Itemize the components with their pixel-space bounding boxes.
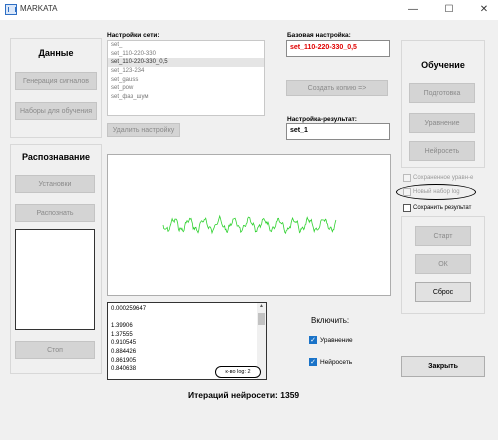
save-result-checkbox[interactable] xyxy=(403,204,411,212)
minimize-button[interactable]: — xyxy=(399,0,427,20)
stop-button[interactable]: Стоп xyxy=(15,341,95,359)
data-panel-title: Данные xyxy=(38,48,74,58)
window-title: MARKATA xyxy=(20,4,58,13)
signal-plot xyxy=(107,154,391,296)
log-line: 0.884426 xyxy=(111,348,137,355)
training-sets-button[interactable]: Наборы для обучения xyxy=(15,102,97,120)
list-item[interactable]: set_110-220-330 xyxy=(108,50,264,59)
close-window-button[interactable]: ✕ xyxy=(470,0,498,20)
create-copy-button[interactable]: Создать копию => xyxy=(286,80,388,96)
scroll-up-icon[interactable]: ▲ xyxy=(258,303,265,311)
log-line: 0.861905 xyxy=(111,357,137,364)
log-line: 0.910545 xyxy=(111,340,137,347)
list-item-selected[interactable]: set_110-220-330_0,5 xyxy=(108,58,264,68)
recognition-panel-title: Распознавание xyxy=(21,152,91,162)
list-item[interactable]: set_gauss xyxy=(108,76,264,85)
result-setting-label: Настройка-результат: xyxy=(287,116,357,123)
new-log-set-label: Новый набор log xyxy=(413,189,460,195)
neural-network-button[interactable]: Нейросеть xyxy=(409,141,475,161)
training-panel-title: Обучение xyxy=(421,60,465,70)
app-icon xyxy=(5,4,17,15)
log-line: 0.000259647 xyxy=(111,306,147,312)
close-button[interactable]: Закрыть xyxy=(401,356,485,377)
network-checkbox[interactable]: ✓ xyxy=(309,358,317,366)
network-checkbox-label: Нейросеть xyxy=(320,359,353,366)
log-line: 1.39906 xyxy=(111,323,133,330)
list-item[interactable]: set_ xyxy=(108,41,264,50)
list-item[interactable]: set_123-234 xyxy=(108,67,264,76)
ok-button[interactable]: ОК xyxy=(415,254,471,274)
settings-button[interactable]: Установки xyxy=(15,175,95,193)
saved-equation-label: Сохраненное уравн-е xyxy=(413,175,474,181)
scroll-thumb[interactable] xyxy=(258,313,265,325)
list-item[interactable]: set_фаз_шум xyxy=(108,93,264,102)
equation-checkbox-label: Уравнение xyxy=(320,337,353,344)
prepare-button[interactable]: Подготовка xyxy=(409,83,475,103)
saved-equation-checkbox[interactable] xyxy=(403,174,411,182)
reset-button[interactable]: Сброс xyxy=(415,282,471,302)
base-setting-field[interactable]: set_110-220-330_0,5 xyxy=(286,40,390,57)
generate-signals-button[interactable]: Генерация сигналов xyxy=(15,72,97,90)
save-result-label: Сохранить результат xyxy=(413,205,472,211)
log-count-badge: к-во log: 2 xyxy=(215,366,261,378)
signal-waveform xyxy=(162,214,337,235)
signal-waveform-svg xyxy=(162,214,337,235)
result-setting-field[interactable]: set_1 xyxy=(286,123,390,140)
iterations-counter: Итераций нейросети: 1359 xyxy=(188,390,300,400)
new-log-set-checkbox[interactable] xyxy=(403,188,411,196)
log-line: 1.37555 xyxy=(111,331,133,338)
recognition-output-box[interactable] xyxy=(15,229,95,330)
equation-checkbox[interactable]: ✓ xyxy=(309,336,317,344)
network-settings-list[interactable]: set_ set_110-220-330 set_110-220-330_0,5… xyxy=(107,40,265,116)
list-item[interactable]: set_pow xyxy=(108,84,264,93)
base-setting-label: Базовая настройка: xyxy=(287,32,351,39)
start-button[interactable]: Старт xyxy=(415,226,471,246)
delete-setting-button[interactable]: Удалить настройку xyxy=(107,123,180,137)
equation-button[interactable]: Уравнение xyxy=(409,113,475,133)
maximize-button[interactable]: ☐ xyxy=(435,0,463,20)
recognize-button[interactable]: Распознать xyxy=(15,204,95,222)
network-settings-label: Настройки сети: xyxy=(107,32,160,39)
include-label: Включить: xyxy=(311,316,350,325)
